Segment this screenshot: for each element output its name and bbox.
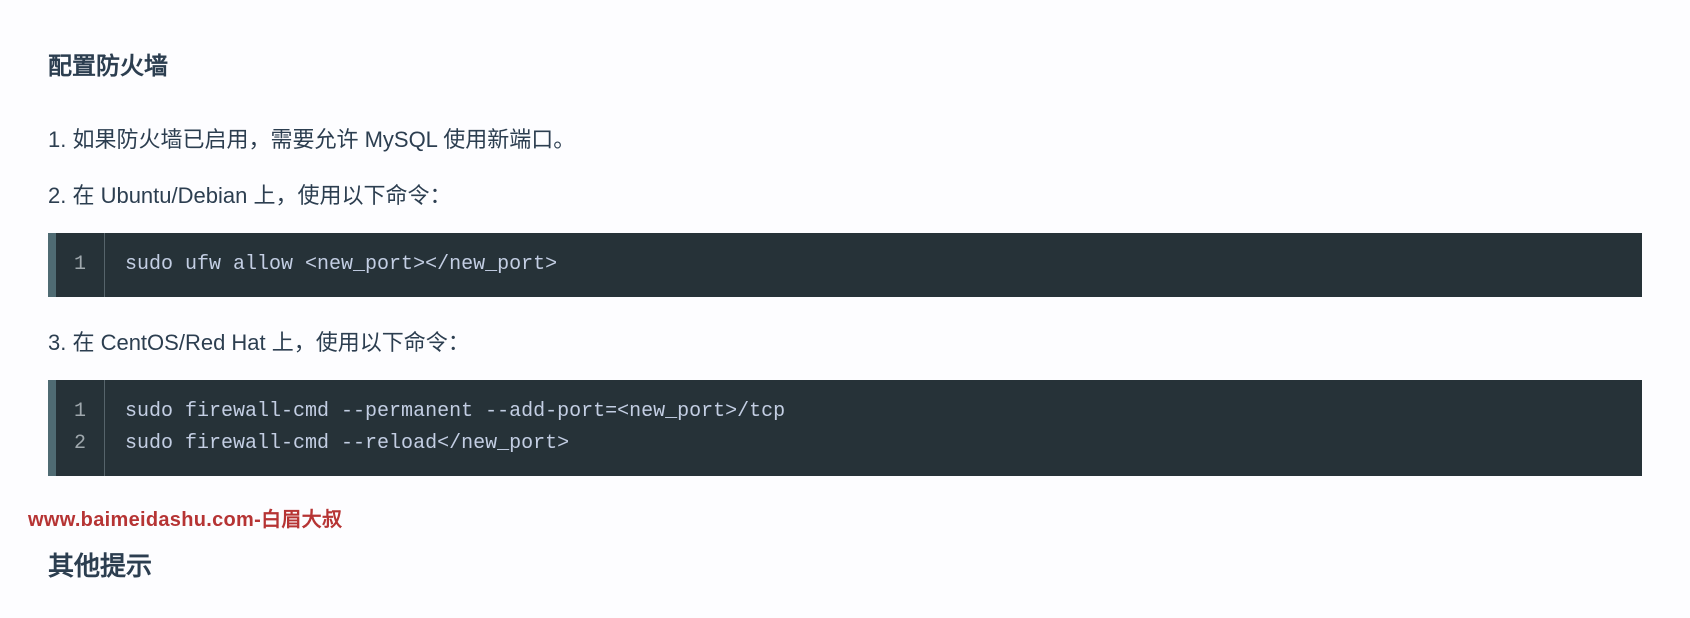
code-gutter: 1	[56, 233, 105, 297]
line-number: 1	[74, 249, 86, 281]
watermark-text: www.baimeidashu.com-白眉大叔	[0, 504, 1690, 536]
list-item-1: 1. 如果防火墙已启用，需要允许 MySQL 使用新端口。	[48, 122, 1642, 157]
article-content: 配置防火墙 1. 如果防火墙已启用，需要允许 MySQL 使用新端口。 2. 在…	[0, 0, 1690, 476]
code-accent-bar	[48, 380, 56, 476]
section-title: 配置防火墙	[48, 48, 1642, 86]
code-lines[interactable]: sudo firewall-cmd --permanent --add-port…	[105, 380, 1642, 476]
code-block-ubuntu: 1 sudo ufw allow <new_port></new_port>	[48, 233, 1642, 297]
code-line: sudo firewall-cmd --reload</new_port>	[125, 428, 1622, 460]
code-line: sudo ufw allow <new_port></new_port>	[125, 249, 1622, 281]
code-line: sudo firewall-cmd --permanent --add-port…	[125, 396, 1622, 428]
list-item-3: 3. 在 CentOS/Red Hat 上，使用以下命令：	[48, 325, 1642, 360]
code-block-centos: 1 2 sudo firewall-cmd --permanent --add-…	[48, 380, 1642, 476]
line-number: 2	[74, 428, 86, 460]
code-gutter: 1 2	[56, 380, 105, 476]
line-number: 1	[74, 396, 86, 428]
list-item-2: 2. 在 Ubuntu/Debian 上，使用以下命令：	[48, 178, 1642, 213]
code-accent-bar	[48, 233, 56, 297]
sub-heading: 其他提示	[0, 546, 1690, 588]
code-lines[interactable]: sudo ufw allow <new_port></new_port>	[105, 233, 1642, 297]
